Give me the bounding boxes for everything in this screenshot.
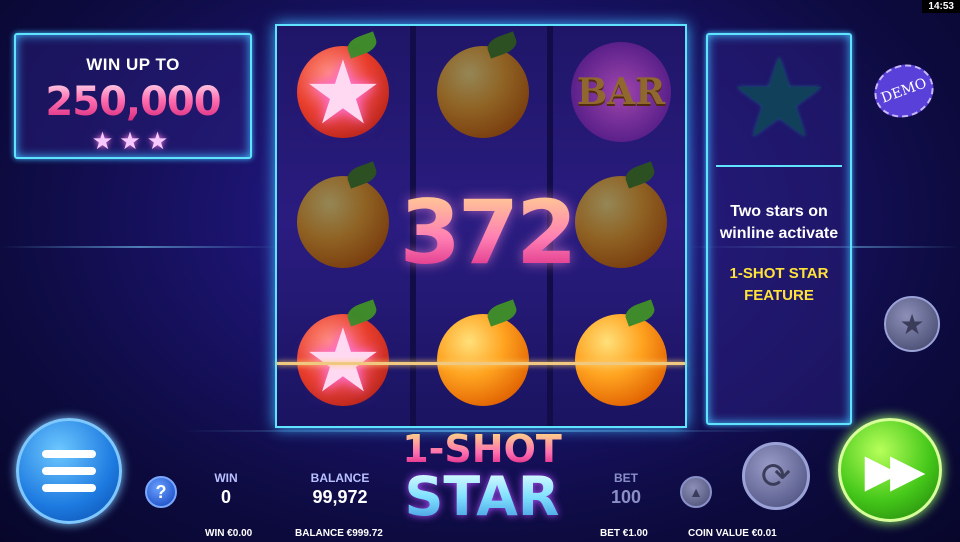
- footer-balance: BALANCE €999.72: [295, 528, 383, 539]
- balance-label: BALANCE: [310, 471, 370, 485]
- feature-name-text: 1-SHOT STAR FEATURE: [729, 265, 829, 304]
- star-symbol-icon: ★: [303, 310, 383, 410]
- win-label: WIN: [214, 471, 238, 485]
- game-screen: 14:53 WIN UP TO 250,000 ★★★ ★ BAR ★ 372 …: [0, 0, 960, 542]
- autoplay-button[interactable]: ⟳: [742, 442, 810, 510]
- max-win-panel: WIN UP TO 250,000 ★★★: [14, 33, 252, 159]
- spin-button[interactable]: ▶▶: [838, 418, 942, 522]
- reel-cell-bar: BAR: [561, 32, 681, 152]
- reel-cell-orange: [561, 162, 681, 282]
- orange-symbol: [575, 314, 667, 406]
- light-streak: [0, 246, 280, 248]
- logo-line2: STAR: [392, 468, 572, 526]
- win-value: 0: [220, 487, 231, 507]
- max-win-amount: 250,000: [16, 79, 250, 125]
- star-collector-icon: ★: [729, 37, 829, 160]
- win-stars-icon: ★★★: [91, 128, 175, 155]
- reel-cell-star-orange: ★: [283, 300, 403, 420]
- orange-symbol: [575, 176, 667, 268]
- reel-cell-star-orange: ★: [283, 32, 403, 152]
- reel-cell-orange: [423, 300, 543, 420]
- footer-bet: BET €1.00: [600, 528, 648, 539]
- footer-coin-value: COIN VALUE €0.01: [688, 528, 777, 539]
- bar-symbol: BAR: [571, 42, 671, 142]
- star-feature-button[interactable]: ★: [884, 296, 940, 352]
- orange-symbol: [437, 46, 529, 138]
- winline: [277, 362, 685, 365]
- bet-increase-button[interactable]: ▲: [680, 476, 712, 508]
- feature-hint-text: Two stars on winline activate: [719, 203, 839, 242]
- menu-icon: [42, 484, 96, 492]
- footer-win: WIN €0.00: [205, 528, 253, 539]
- orange-symbol: [297, 176, 389, 268]
- demo-seal: DEMO: [866, 56, 942, 126]
- win-display: WIN 0: [196, 471, 256, 508]
- divider: [716, 165, 842, 167]
- orange-symbol: [437, 314, 529, 406]
- bet-display: BET 100: [596, 471, 656, 508]
- balance-value: 99,972: [312, 487, 368, 507]
- feature-info-panel: ★ Two stars on winline activate 1-SHOT S…: [706, 33, 852, 425]
- bet-value: 100: [610, 487, 642, 507]
- win-amount-overlay: 372: [397, 181, 578, 284]
- menu-button[interactable]: [16, 418, 122, 524]
- logo-line1: 1-SHOT: [392, 430, 572, 468]
- reel-cell-orange: [561, 300, 681, 420]
- reel-cell-orange: [283, 162, 403, 282]
- bet-label: BET: [614, 471, 638, 485]
- reel-grid: ★ BAR ★ 372: [275, 24, 687, 428]
- demo-badge: DEMO: [866, 56, 942, 126]
- star-symbol-icon: ★: [303, 42, 383, 142]
- status-clock: 14:53: [922, 0, 960, 13]
- win-up-to-label: WIN UP TO: [86, 55, 180, 74]
- game-logo: 1-SHOT STAR: [392, 430, 572, 530]
- menu-icon: [42, 467, 96, 475]
- help-button[interactable]: ?: [145, 476, 177, 508]
- reel-cell-orange: [423, 32, 543, 152]
- menu-icon: [42, 450, 96, 458]
- balance-display: BALANCE 99,972: [300, 471, 380, 508]
